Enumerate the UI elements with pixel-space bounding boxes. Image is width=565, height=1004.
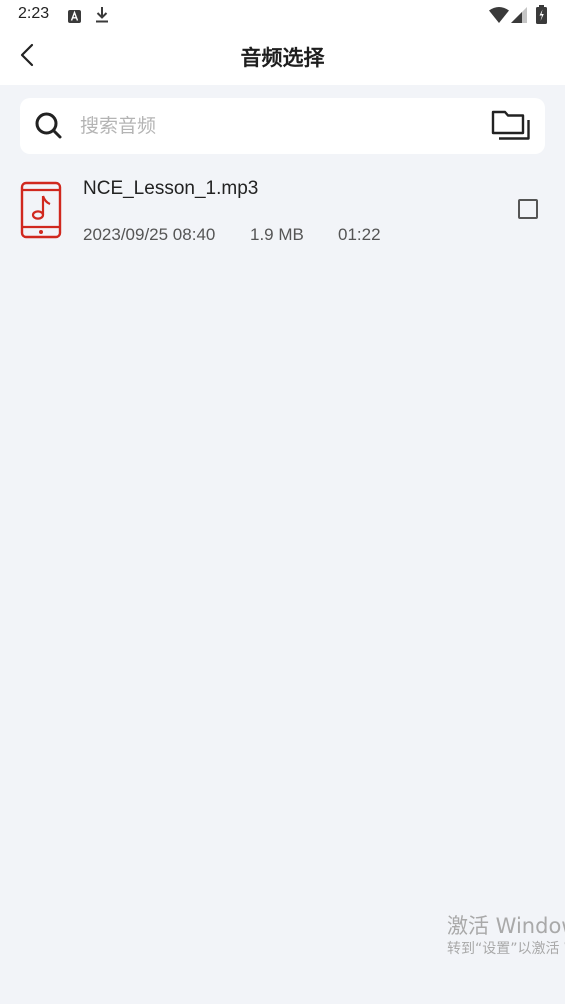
folder-browse-button[interactable] [491,109,531,143]
phone-music-icon [20,181,62,239]
file-name: NCE_Lesson_1.mp3 [83,178,259,199]
signal-icon [511,7,527,27]
file-select-checkbox[interactable] [518,199,538,219]
download-icon [95,6,109,27]
battery-icon [536,5,547,28]
page-title: 音频选择 [240,46,325,70]
keyboard-a-icon [68,8,81,27]
status-bar: 2:23 [0,0,565,30]
file-size: 1.9 MB [250,225,304,244]
app-bar: 音频选择 [0,30,565,85]
search-icon [34,111,64,141]
search-bar [20,98,545,154]
wifi-icon [489,7,509,27]
file-date: 2023/09/25 08:40 [83,225,216,244]
list-item[interactable]: NCE_Lesson_1.mp3 2023/09/25 08:40 1.9 MB… [0,170,565,254]
status-time: 2:23 [18,5,50,22]
audio-select-screen: 2:23 音频选择 搜索音频 NCE_Lesson_1.mp3 2023/09/… [0,0,565,1004]
folder-stack-icon [491,110,531,147]
search-input[interactable] [80,110,460,142]
watermark-title: 激活 Windows [447,914,565,938]
watermark-subtitle: 转到“设置”以激活 Windows。 [447,941,565,957]
file-duration: 01:22 [338,225,381,244]
